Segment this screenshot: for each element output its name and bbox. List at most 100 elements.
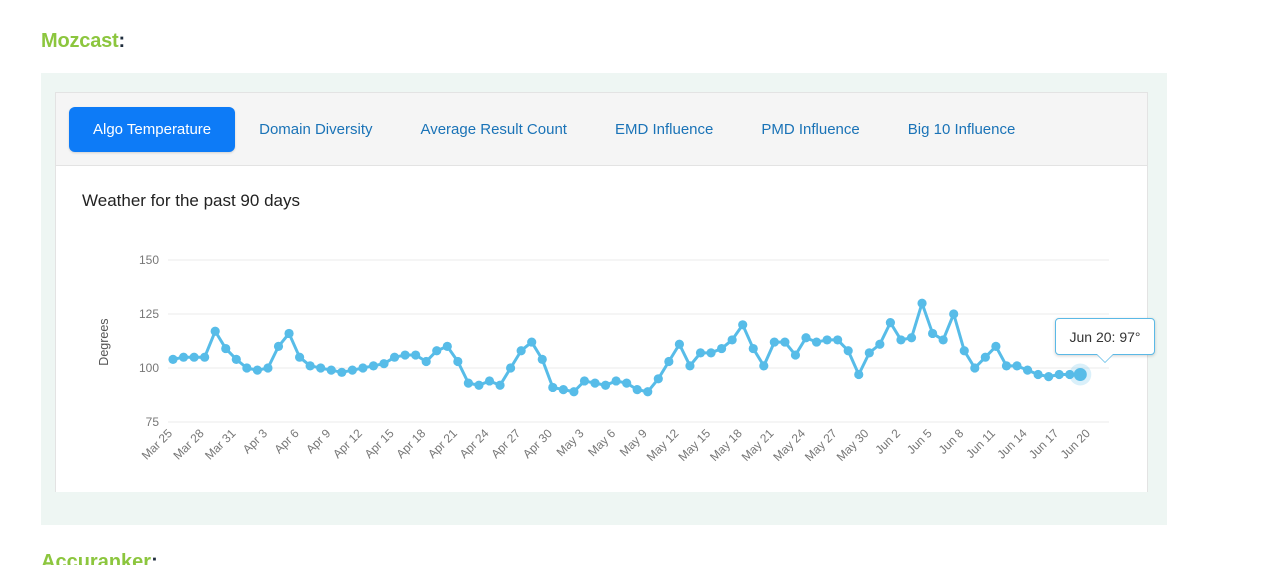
- data-point[interactable]: [928, 328, 938, 339]
- data-point[interactable]: [727, 335, 737, 345]
- data-point[interactable]: [537, 354, 547, 364]
- data-point[interactable]: [326, 365, 336, 375]
- data-point[interactable]: [527, 337, 537, 347]
- data-point[interactable]: [738, 320, 748, 330]
- data-point[interactable]: [843, 346, 853, 356]
- weather-line-chart[interactable]: 75100125150DegreesMar 25Mar 28Mar 31 Apr …: [56, 166, 1149, 492]
- x-axis-tick-label: May 6: [585, 426, 618, 459]
- data-point[interactable]: [432, 346, 442, 356]
- data-point[interactable]: [516, 346, 526, 356]
- data-point[interactable]: [833, 335, 843, 345]
- data-point[interactable]: [980, 352, 990, 362]
- data-point[interactable]: [1012, 361, 1022, 371]
- data-point[interactable]: [305, 361, 315, 371]
- data-point[interactable]: [1054, 369, 1064, 380]
- data-point[interactable]: [358, 363, 368, 373]
- data-point[interactable]: [442, 341, 452, 351]
- data-point[interactable]: [506, 363, 516, 373]
- data-point[interactable]: [242, 363, 252, 373]
- data-point[interactable]: [854, 369, 864, 380]
- data-point[interactable]: [664, 356, 674, 367]
- data-point[interactable]: [231, 354, 241, 364]
- data-point[interactable]: [622, 378, 632, 388]
- data-point[interactable]: [1044, 372, 1054, 382]
- data-point[interactable]: [189, 352, 199, 362]
- data-point[interactable]: [337, 367, 347, 377]
- tab-pmd-influence[interactable]: PMD Influence: [737, 107, 883, 152]
- y-axis-title: Degrees: [97, 318, 111, 365]
- data-point[interactable]: [991, 341, 1001, 351]
- data-point[interactable]: [1033, 369, 1043, 380]
- data-point[interactable]: [221, 343, 231, 354]
- data-point[interactable]: [600, 380, 611, 390]
- data-point[interactable]: [316, 363, 326, 373]
- data-point[interactable]: [1073, 367, 1087, 381]
- data-point[interactable]: [252, 365, 262, 375]
- tab-emd-influence[interactable]: EMD Influence: [591, 107, 737, 152]
- tab-algo-temperature[interactable]: Algo Temperature: [69, 106, 236, 152]
- data-point[interactable]: [200, 352, 210, 362]
- data-point[interactable]: [885, 318, 896, 328]
- data-point[interactable]: [579, 376, 590, 386]
- data-point[interactable]: [611, 376, 621, 386]
- data-point[interactable]: [864, 348, 874, 358]
- data-point[interactable]: [674, 339, 685, 349]
- data-point[interactable]: [368, 361, 379, 371]
- data-point[interactable]: [1022, 365, 1033, 375]
- data-point[interactable]: [569, 387, 579, 397]
- data-point[interactable]: [780, 337, 790, 347]
- data-point[interactable]: [653, 374, 663, 384]
- data-point[interactable]: [295, 352, 305, 362]
- data-point[interactable]: [495, 380, 505, 390]
- data-point[interactable]: [389, 352, 400, 362]
- data-point[interactable]: [632, 385, 642, 395]
- data-point[interactable]: [748, 343, 758, 354]
- data-point[interactable]: [273, 341, 284, 351]
- data-point[interactable]: [822, 335, 832, 345]
- data-point[interactable]: [917, 298, 927, 308]
- tab-domain-diversity[interactable]: Domain Diversity: [235, 107, 396, 152]
- data-point[interactable]: [379, 359, 389, 369]
- data-point[interactable]: [178, 352, 189, 362]
- data-point[interactable]: [643, 387, 653, 397]
- data-point[interactable]: [875, 339, 885, 349]
- tab-big-10-influence[interactable]: Big 10 Influence: [884, 107, 1040, 152]
- x-axis-tick-label: May 12: [644, 426, 682, 464]
- data-point[interactable]: [695, 348, 706, 358]
- data-point[interactable]: [590, 378, 600, 388]
- data-point[interactable]: [970, 363, 980, 373]
- data-point[interactable]: [906, 333, 917, 343]
- data-point[interactable]: [769, 337, 779, 347]
- data-point[interactable]: [759, 361, 769, 371]
- data-point[interactable]: [168, 354, 178, 364]
- data-point[interactable]: [463, 378, 473, 388]
- data-point[interactable]: [400, 350, 410, 360]
- x-axis-tick-label: Mar 25: [139, 426, 176, 463]
- data-point[interactable]: [706, 348, 716, 358]
- data-point[interactable]: [210, 326, 220, 336]
- y-axis-tick-150: 150: [139, 253, 159, 267]
- data-point[interactable]: [411, 350, 421, 360]
- data-point[interactable]: [1001, 361, 1012, 371]
- data-point[interactable]: [896, 335, 906, 345]
- x-axis-tick-label: Jun 14: [994, 426, 1030, 462]
- data-point[interactable]: [474, 380, 484, 390]
- data-point[interactable]: [959, 346, 969, 356]
- data-point[interactable]: [717, 343, 727, 354]
- data-point[interactable]: [949, 309, 959, 319]
- data-point[interactable]: [421, 356, 431, 367]
- data-point[interactable]: [453, 356, 463, 367]
- tab-average-result-count[interactable]: Average Result Count: [396, 107, 590, 152]
- data-point[interactable]: [548, 382, 558, 393]
- data-point[interactable]: [685, 361, 695, 371]
- data-point[interactable]: [347, 365, 357, 375]
- data-point[interactable]: [263, 363, 273, 373]
- data-point[interactable]: [558, 385, 568, 395]
- data-point[interactable]: [938, 335, 948, 345]
- data-point[interactable]: [284, 328, 294, 339]
- data-point[interactable]: [801, 333, 811, 343]
- data-point[interactable]: [811, 337, 822, 347]
- data-point[interactable]: [790, 350, 801, 360]
- data-point[interactable]: [484, 376, 495, 386]
- chart-container: Weather for the past 90 days 75 100 125 150…: [56, 166, 1147, 492]
